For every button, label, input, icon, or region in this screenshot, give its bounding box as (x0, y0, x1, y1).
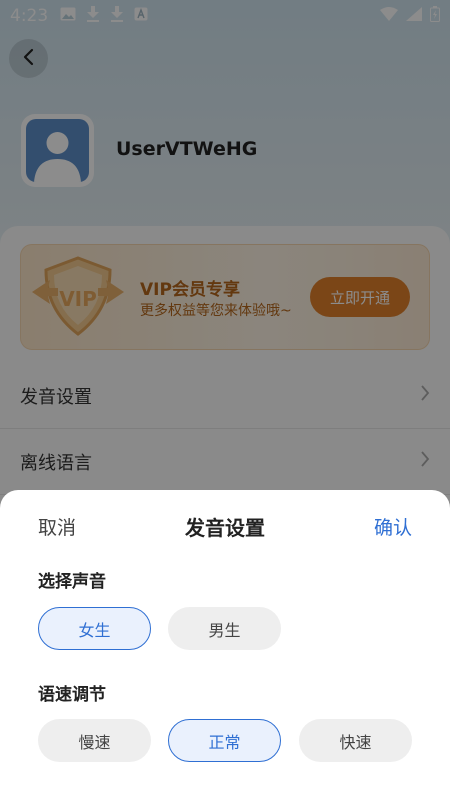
confirm-button[interactable]: 确认 (374, 513, 412, 540)
voice-option-female[interactable]: 女生 (38, 607, 151, 650)
voice-section-label: 选择声音 (38, 572, 106, 592)
voice-option-male[interactable]: 男生 (168, 607, 281, 650)
speed-option-normal[interactable]: 正常 (168, 719, 281, 762)
speed-option-slow[interactable]: 慢速 (38, 719, 151, 762)
speed-option-fast[interactable]: 快速 (299, 719, 412, 762)
cancel-button[interactable]: 取消 (38, 513, 76, 540)
speed-section-label: 语速调节 (38, 685, 106, 705)
